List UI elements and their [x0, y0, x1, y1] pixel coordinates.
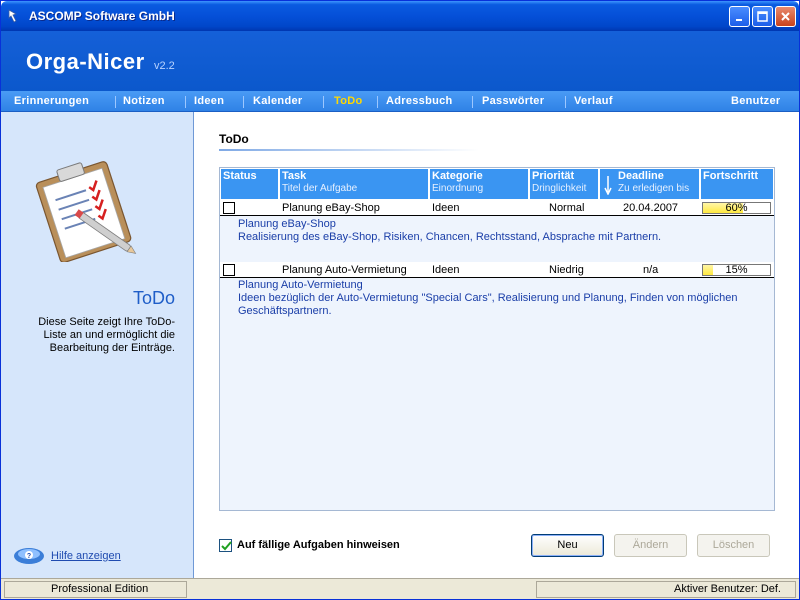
product-version: v2.2 — [154, 60, 175, 72]
active-user-status: Aktiver Benutzer: Def. — [536, 581, 796, 598]
grid-header: Status Task Titel der Aufgabe Kategorie … — [220, 168, 774, 200]
product-name: Orga-Nicer — [26, 49, 145, 74]
column-header-task[interactable]: Task Titel der Aufgabe — [280, 169, 429, 199]
task-detail: Planung Auto-Vermietung Ideen bezüglich … — [238, 279, 737, 318]
column-header-status[interactable]: Status — [221, 169, 279, 199]
nav-separator — [115, 96, 116, 108]
nav-separator — [323, 96, 324, 108]
table-row[interactable]: Planung Auto-Vermietung Ideen Niedrig n/… — [220, 262, 774, 278]
remind-checkbox[interactable] — [219, 539, 232, 552]
detail-text: Geschäftspartnern. — [238, 305, 332, 317]
column-subtitle: Zu erledigen bis — [618, 183, 690, 194]
nav-separator — [377, 96, 378, 108]
clipboard-checklist-icon — [35, 161, 137, 262]
nav-notizen[interactable]: Notizen — [123, 95, 165, 107]
detail-text: Ideen bezüglich der Auto-Vermietung "Spe… — [238, 292, 738, 304]
task-cell: Planung eBay-Shop — [282, 202, 380, 214]
title-bar[interactable]: ASCOMP Software GmbH — [1, 1, 799, 31]
column-header-prioritaet[interactable]: Priorität Dringlichkeit — [530, 169, 599, 199]
nav-verlauf[interactable]: Verlauf — [574, 95, 613, 107]
nav-benutzer[interactable]: Benutzer — [731, 95, 780, 107]
status-checkbox[interactable] — [223, 202, 235, 214]
remind-label[interactable]: Auf fällige Aufgaben hinweisen — [237, 539, 400, 551]
new-button[interactable]: Neu — [531, 534, 604, 557]
panel-title: ToDo — [132, 288, 175, 308]
detail-title: Planung Auto-Vermietung — [238, 279, 363, 291]
task-detail: Planung eBay-Shop Realisierung des eBay-… — [238, 218, 661, 244]
progress-label: 15% — [725, 264, 748, 276]
column-title: Deadline — [618, 170, 664, 182]
priority-cell: Normal — [549, 202, 585, 214]
column-subtitle: Dringlichkeit — [532, 183, 587, 194]
column-title: Fortschritt — [703, 170, 758, 182]
progress-label: 60% — [725, 202, 748, 214]
svg-text:?: ? — [27, 553, 31, 560]
column-subtitle: Titel der Aufgabe — [282, 183, 358, 194]
column-subtitle: Einordnung — [432, 183, 484, 194]
main-nav: Erinnerungen Notizen Ideen Kalender ToDo… — [1, 91, 799, 112]
nav-separator — [185, 96, 186, 108]
delete-button[interactable]: Löschen — [697, 534, 770, 557]
nav-passwoerter[interactable]: Passwörter — [482, 95, 544, 107]
info-panel: ToDo Diese Seite zeigt Ihre ToDo-Liste a… — [1, 112, 194, 578]
column-header-kategorie[interactable]: Kategorie Einordnung — [430, 169, 529, 199]
nav-separator — [243, 96, 244, 108]
deadline-cell: n/a — [643, 264, 659, 276]
sort-descending-icon — [604, 176, 612, 195]
checkmark-icon — [221, 541, 232, 551]
nav-erinnerungen[interactable]: Erinnerungen — [14, 95, 89, 107]
app-icon — [8, 9, 17, 23]
column-title: Priorität — [532, 170, 575, 182]
edition-status: Professional Edition — [4, 581, 187, 598]
table-row[interactable]: Planung eBay-Shop Ideen Normal 20.04.200… — [220, 200, 774, 216]
detail-text: Realisierung des eBay-Shop, Risiken, Cha… — [238, 231, 662, 243]
column-title: Task — [282, 170, 307, 182]
progress-bar: 15% — [702, 264, 771, 276]
column-header-fortschritt[interactable]: Fortschritt — [701, 169, 773, 199]
minimize-icon — [736, 19, 742, 21]
close-icon — [781, 12, 790, 21]
section-divider — [219, 149, 479, 151]
category-cell: Ideen — [432, 202, 460, 214]
progress-bar: 60% — [702, 202, 771, 214]
nav-separator — [472, 96, 473, 108]
status-checkbox[interactable] — [223, 264, 235, 276]
help-link-label[interactable]: Hilfe anzeigen — [51, 550, 121, 562]
app-header: Orga-Nicer v2.2 — [1, 31, 799, 91]
priority-cell: Niedrig — [549, 264, 584, 276]
close-button[interactable] — [775, 6, 796, 27]
panel-description: Diese Seite zeigt Ihre ToDo-Liste an und… — [38, 316, 175, 354]
app-window: ASCOMP Software GmbH Orga-Nicer v2.2 Eri… — [0, 0, 800, 600]
task-cell: Planung Auto-Vermietung — [282, 264, 407, 276]
column-header-deadline[interactable]: Deadline Zu erledigen bis — [600, 169, 700, 199]
nav-ideen[interactable]: Ideen — [194, 95, 224, 107]
column-title: Kategorie — [432, 170, 483, 182]
section-title: ToDo — [219, 132, 249, 146]
nav-separator — [565, 96, 566, 108]
status-bar: Professional Edition Aktiver Benutzer: D… — [1, 578, 799, 599]
column-title: Status — [223, 170, 257, 182]
nav-adressbuch[interactable]: Adressbuch — [386, 95, 453, 107]
nav-todo[interactable]: ToDo — [334, 95, 363, 107]
edit-button[interactable]: Ändern — [614, 534, 687, 557]
todo-grid[interactable]: Status Task Titel der Aufgabe Kategorie … — [219, 167, 775, 511]
nav-kalender[interactable]: Kalender — [253, 95, 302, 107]
window-title: ASCOMP Software GmbH — [29, 9, 175, 23]
detail-title: Planung eBay-Shop — [238, 218, 336, 230]
main-content: ToDo Status Task Titel der Aufgabe Kateg… — [195, 112, 799, 578]
deadline-cell: 20.04.2007 — [623, 202, 679, 214]
maximize-icon — [757, 11, 768, 22]
category-cell: Ideen — [432, 264, 460, 276]
minimize-button[interactable] — [729, 6, 750, 27]
help-icon: ? — [14, 548, 44, 564]
maximize-button[interactable] — [752, 6, 773, 27]
